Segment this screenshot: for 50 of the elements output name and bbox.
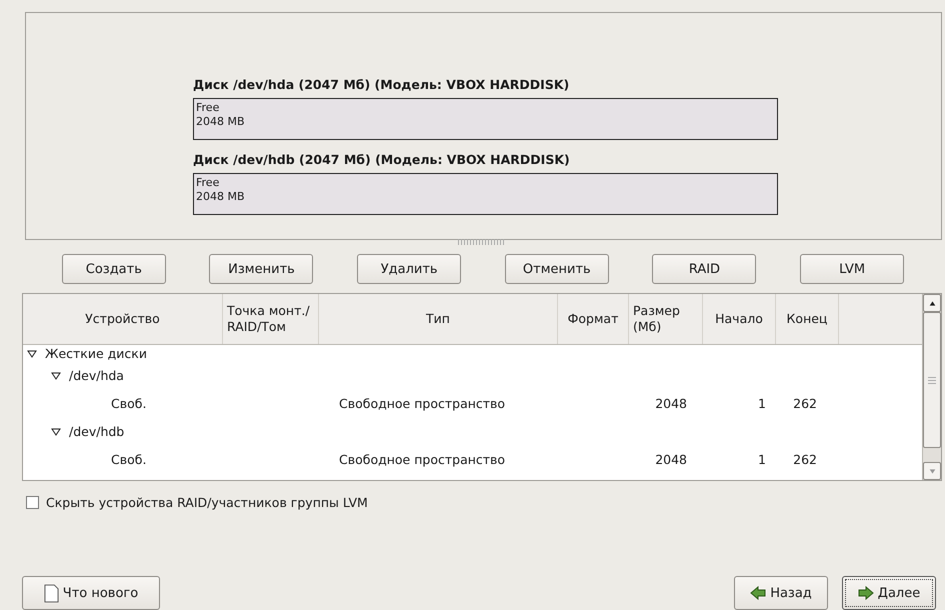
end-cell: 262 — [793, 452, 817, 467]
scroll-down-button[interactable] — [923, 462, 941, 480]
start-cell: 1 — [758, 396, 766, 411]
left-arrow-icon — [750, 586, 766, 600]
back-button[interactable]: Назад — [734, 576, 828, 610]
release-notes-button[interactable]: Что нового — [22, 576, 160, 610]
column-header[interactable]: Формат — [558, 294, 629, 344]
checkbox[interactable] — [26, 496, 39, 509]
start-cell: 1 — [758, 452, 766, 467]
action-button[interactable]: Отменить — [504, 254, 609, 284]
segment-size: 2048 MB — [196, 115, 245, 129]
expanded-triangle-icon[interactable] — [27, 349, 37, 360]
device-cell: /dev/hdb — [69, 424, 124, 439]
column-header[interactable]: Конец — [776, 294, 839, 344]
pane-grip-icon[interactable] — [458, 239, 504, 246]
device-cell: Своб. — [111, 452, 146, 467]
size-cell: 2048 — [655, 452, 687, 467]
scrollbar[interactable] — [922, 294, 941, 480]
column-header[interactable]: Начало — [703, 294, 776, 344]
checkbox-label[interactable]: Скрыть устройства RAID/участников группы LVM — [46, 495, 368, 510]
down-arrow-icon[interactable] — [928, 468, 936, 474]
segment-label: Free — [196, 176, 220, 190]
end-cell: 262 — [793, 396, 817, 411]
device-cell: Жесткие диски — [45, 346, 147, 362]
size-cell: 2048 — [655, 396, 687, 411]
scroll-up-button[interactable] — [923, 294, 941, 312]
right-arrow-icon — [858, 586, 874, 600]
column-header[interactable]: Устройство — [23, 294, 223, 344]
action-button[interactable]: Удалить — [357, 254, 462, 284]
column-header[interactable]: Тип — [319, 294, 558, 344]
disk-title: Диск /dev/hda (2047 Мб) (Модель: VBOX HARDDISK) — [193, 77, 570, 92]
action-button[interactable]: RAID — [652, 254, 756, 284]
device-cell: /dev/hda — [69, 368, 124, 383]
scroll-thumb[interactable] — [923, 312, 941, 448]
expanded-triangle-icon[interactable] — [51, 370, 61, 381]
type-cell: Свободное пространство — [339, 452, 506, 467]
disk-title: Диск /dev/hdb (2047 Мб) (Модель: VBOX HARDDISK) — [193, 152, 571, 167]
device-cell: Своб. — [111, 396, 146, 411]
document-icon — [44, 584, 59, 602]
expanded-triangle-icon[interactable] — [51, 426, 61, 437]
next-button[interactable]: Далее — [842, 576, 936, 610]
column-header[interactable]: Размер (Мб) — [629, 294, 703, 344]
action-button[interactable]: LVM — [800, 254, 904, 284]
type-cell: Свободное пространство — [339, 396, 506, 411]
column-header[interactable]: Точка монт./ RAID/Том — [223, 294, 319, 344]
action-button[interactable]: Создать — [62, 254, 166, 284]
action-button[interactable]: Изменить — [209, 254, 314, 284]
segment-label: Free — [196, 101, 220, 115]
segment-size: 2048 MB — [196, 190, 245, 204]
up-arrow-icon[interactable] — [928, 300, 936, 307]
